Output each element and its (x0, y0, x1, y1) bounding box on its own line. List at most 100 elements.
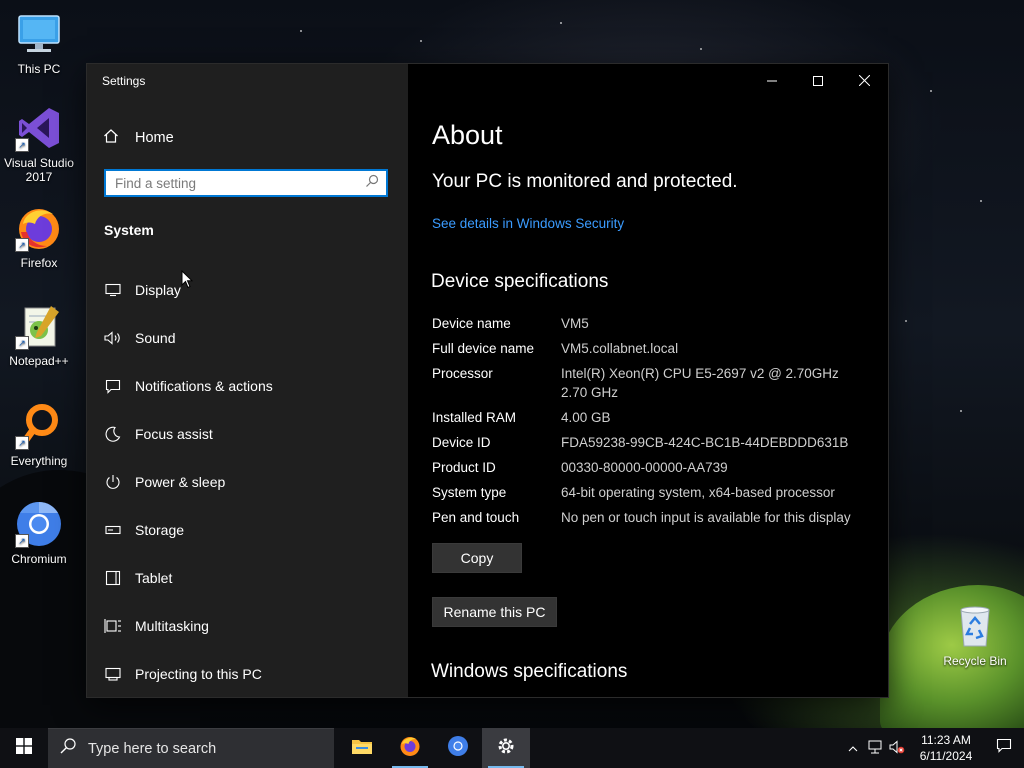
spec-row: Processor Intel(R) Xeon(R) CPU E5-2697 v… (432, 364, 882, 402)
taskbar-chromium[interactable] (434, 728, 482, 768)
window-title: Settings (102, 74, 146, 88)
spec-row: Device name VM5 (432, 314, 882, 333)
taskbar: Type here to search 11:23 AM 6/11/2024 (0, 728, 1024, 768)
windows-specifications-heading: Windows specifications (431, 661, 628, 682)
notification-icon (996, 738, 1012, 758)
file-explorer-icon (351, 737, 373, 760)
desktop-icon-label: Notepad++ (9, 354, 69, 368)
device-specifications-heading: Device specifications (431, 271, 609, 292)
spec-key: Device name (432, 316, 511, 331)
clock-date: 6/11/2024 (919, 749, 973, 763)
desktop-icon-label: Visual Studio 2017 (4, 156, 74, 184)
system-tray: 11:23 AM 6/11/2024 (842, 728, 1024, 768)
nav-item-sound[interactable]: Sound (87, 318, 408, 358)
chevron-up-icon (848, 741, 858, 755)
nav-item-label: Tablet (135, 570, 173, 586)
volume-button[interactable] (886, 728, 908, 768)
nav-item-focus-assist[interactable]: Focus assist (87, 414, 408, 454)
spec-row: Device ID FDA59238-99CB-424C-BC1B-44DEBD… (432, 433, 882, 452)
nav-item-label: Power & sleep (135, 474, 226, 490)
spec-value: 00330-80000-00000-AA739 (561, 460, 728, 475)
desktop-icon-notepad-plus-plus[interactable]: ↗ Notepad++ (0, 302, 78, 368)
drive-icon (103, 525, 123, 535)
nav-item-multitasking[interactable]: Multitasking (87, 606, 408, 646)
nav-item-projecting[interactable]: Projecting to this PC (87, 654, 408, 694)
spec-key: System type (432, 485, 507, 500)
desktop-icon-recycle-bin[interactable]: Recycle Bin (936, 602, 1014, 668)
chromium-icon: ↗ (15, 500, 63, 548)
windows-security-link[interactable]: See details in Windows Security (432, 216, 624, 231)
desktop-icon-firefox[interactable]: ↗ Firefox (0, 204, 78, 270)
nav-item-label: Sound (135, 330, 176, 346)
spec-key: Pen and touch (432, 510, 520, 525)
spec-value: No pen or touch input is available for t… (561, 510, 851, 525)
visual-studio-icon: ↗ (15, 104, 63, 152)
nav-item-display[interactable]: Display (87, 270, 408, 310)
spec-key: Installed RAM (432, 410, 517, 425)
spec-key: Processor (432, 366, 493, 381)
page-title: About (432, 120, 503, 150)
taskbar-file-explorer[interactable] (338, 728, 386, 768)
message-icon (103, 379, 123, 394)
taskbar-firefox[interactable] (386, 728, 434, 768)
desktop-icon-everything[interactable]: ↗ Everything (0, 402, 78, 468)
spec-row: Full device name VM5.collabnet.local (432, 339, 882, 358)
nav-item-label: Projecting to this PC (135, 666, 262, 682)
action-center-button[interactable] (984, 728, 1024, 768)
nav-item-label: Focus assist (135, 426, 213, 442)
copy-button[interactable]: Copy (432, 543, 522, 573)
mouse-cursor-icon (181, 269, 194, 294)
desktop-icon-this-pc[interactable]: This PC (0, 10, 78, 76)
nav-item-notifications[interactable]: Notifications & actions (87, 366, 408, 406)
settings-nav-pane: Settings Home System Display Sound Notif… (87, 64, 408, 697)
nav-home[interactable]: Home (103, 126, 174, 150)
desktop-icon-label: This PC (17, 62, 61, 76)
monitor-icon (15, 10, 63, 58)
tablet-icon (103, 570, 123, 586)
desktop-icon-label: Chromium (11, 552, 67, 566)
settings-window: Settings Home System Display Sound Notif… (87, 64, 888, 697)
nav-item-label: Storage (135, 522, 185, 538)
spec-value: Intel(R) Xeon(R) CPU E5-2697 v2 @ 2.70GH… (561, 366, 839, 400)
rename-pc-button[interactable]: Rename this PC (432, 597, 557, 627)
spec-key: Full device name (432, 341, 535, 356)
nav-section-title: System (104, 222, 154, 238)
moon-icon (103, 426, 123, 442)
settings-search-input[interactable] (106, 174, 362, 192)
desktop-icon-visual-studio[interactable]: ↗ Visual Studio 2017 (0, 104, 78, 184)
everything-search-icon: ↗ (15, 402, 63, 450)
desktop-icon-label: Everything (10, 454, 68, 468)
start-button[interactable] (0, 728, 48, 768)
nav-item-power-sleep[interactable]: Power & sleep (87, 462, 408, 502)
show-hidden-icons-button[interactable] (842, 728, 864, 768)
clock[interactable]: 11:23 AM 6/11/2024 (908, 732, 984, 764)
nav-item-label: Display (135, 282, 181, 298)
nav-item-tablet[interactable]: Tablet (87, 558, 408, 598)
network-status-button[interactable] (864, 728, 886, 768)
power-icon (103, 474, 123, 490)
settings-search[interactable] (104, 169, 388, 197)
taskbar-settings[interactable] (482, 728, 530, 768)
recycle-bin-icon (951, 602, 999, 650)
spec-row: Pen and touch No pen or touch input is a… (432, 508, 882, 527)
firefox-icon: ↗ (15, 204, 63, 252)
desktop-icon-chromium[interactable]: ↗ Chromium (0, 500, 78, 566)
about-content-pane: About Your PC is monitored and protected… (408, 64, 888, 697)
spec-value: 64-bit operating system, x64-based proce… (561, 485, 835, 500)
protection-status: Your PC is monitored and protected. (432, 171, 738, 192)
taskbar-search-placeholder: Type here to search (88, 740, 217, 757)
nav-item-storage[interactable]: Storage (87, 510, 408, 550)
spec-value: 4.00 GB (561, 410, 611, 425)
windows-logo-icon (16, 737, 32, 759)
multitasking-icon (103, 618, 123, 634)
spec-key: Product ID (432, 460, 496, 475)
spec-value: VM5.collabnet.local (561, 341, 679, 356)
spec-row: System type 64-bit operating system, x64… (432, 483, 882, 502)
search-icon (60, 738, 82, 759)
projector-icon (103, 667, 123, 681)
taskbar-search-box[interactable]: Type here to search (48, 728, 334, 768)
spec-row: Product ID 00330-80000-00000-AA739 (432, 458, 882, 477)
speaker-muted-icon (889, 739, 905, 757)
spec-row: Installed RAM 4.00 GB (432, 408, 882, 427)
search-icon[interactable] (362, 174, 382, 193)
